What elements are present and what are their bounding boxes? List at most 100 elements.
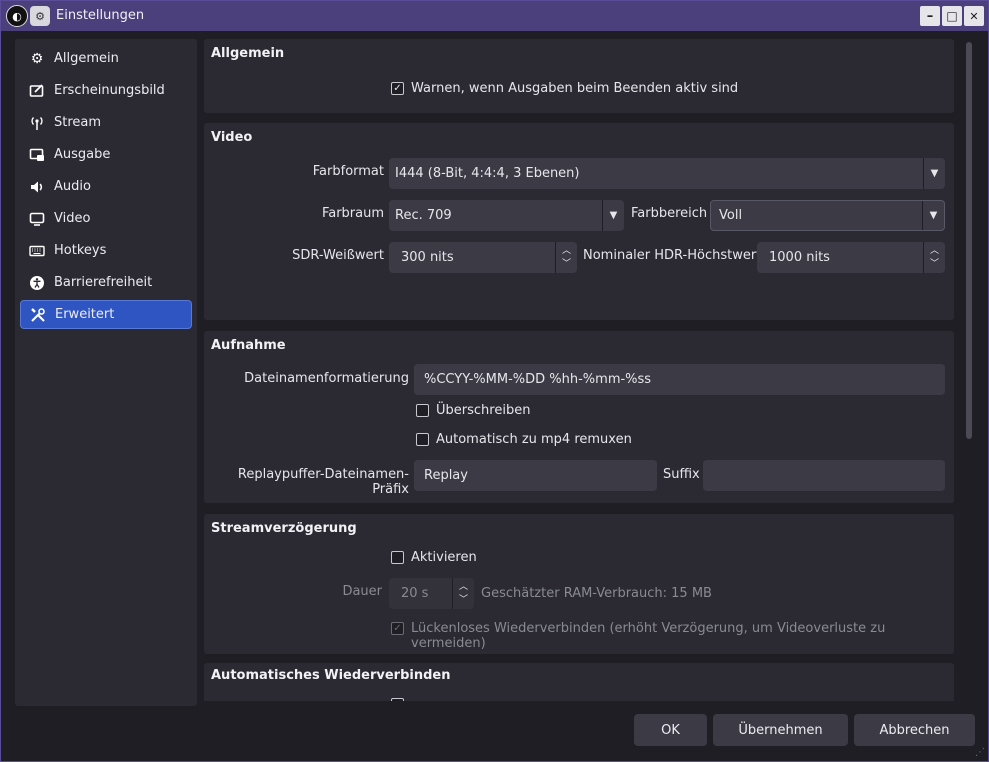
stream-delay-enable-label: Aktivieren <box>411 550 477 565</box>
group-aufnahme: Aufnahme Dateinamenformatierung %CCYY-%M… <box>204 331 954 503</box>
settings-content[interactable]: Allgemein ✓ Warnen, wenn Ausgaben beim B… <box>204 39 956 701</box>
chevron-up-icon[interactable]: ︿ <box>930 245 939 258</box>
chevron-down-icon: ▼ <box>922 201 944 230</box>
resize-grip-icon[interactable]: ⋰ <box>975 747 985 758</box>
sdr-white-value: 300 nits <box>401 250 454 265</box>
sidebar-item-label: Allgemein <box>54 51 119 66</box>
sidebar-item-label: Video <box>54 211 91 226</box>
duration-value: 20 s <box>401 586 429 601</box>
sidebar-item-erscheinungsbild[interactable]: Erscheinungsbild <box>20 76 192 105</box>
overwrite-label: Überschreiben <box>436 403 531 418</box>
settings-window: ◐ ⚙ Einstellungen – □ ✕ ⚙ Allgemein Ersc… <box>0 0 989 762</box>
sidebar-item-barrierefreiheit[interactable]: Barrierefreiheit <box>20 268 192 297</box>
chevron-down-icon[interactable]: ﹀ <box>459 594 468 607</box>
settings-sidebar: ⚙ Allgemein Erscheinungsbild Stream Ausg… <box>15 39 197 706</box>
appearance-icon <box>28 82 46 100</box>
chevron-up-icon[interactable]: ︿ <box>562 245 571 258</box>
close-button[interactable]: ✕ <box>964 6 984 26</box>
accessibility-icon <box>28 274 46 292</box>
ok-button[interactable]: OK <box>634 714 707 746</box>
preserve-reconnect-checkbox[interactable]: ✓ <box>391 622 404 635</box>
minimize-button[interactable]: – <box>920 6 940 26</box>
sidebar-item-hotkeys[interactable]: Hotkeys <box>20 236 192 265</box>
hdr-peak-value: 1000 nits <box>769 250 830 265</box>
auto-reconnect-checkbox[interactable] <box>391 698 404 701</box>
sidebar-item-label: Erscheinungsbild <box>54 83 165 98</box>
spin-arrows-icon[interactable]: ︿ ﹀ <box>452 578 474 609</box>
sidebar-item-label: Stream <box>54 115 102 130</box>
tools-icon <box>29 306 47 324</box>
title-bar[interactable]: ◐ ⚙ Einstellungen – □ ✕ <box>1 1 988 31</box>
duration-label: Dauer <box>342 584 382 599</box>
group-automatisches-wiederverbinden: Automatisches Wiederverbinden <box>204 663 954 701</box>
suffix-label: Suffix <box>663 467 700 482</box>
group-title: Allgemein <box>211 46 285 61</box>
chevron-down-icon[interactable]: ﹀ <box>562 258 571 271</box>
color-range-select[interactable]: Voll ▼ <box>710 200 945 231</box>
color-format-value: I444 (8-Bit, 4:4:4, 3 Ebenen) <box>395 166 580 181</box>
remux-checkbox[interactable] <box>416 433 429 446</box>
filename-format-value: %CCYY-%MM-%DD %hh-%mm-%ss <box>424 372 652 387</box>
app-menu-icon[interactable]: ⚙ <box>30 6 50 26</box>
sidebar-item-allgemein[interactable]: ⚙ Allgemein <box>20 44 192 73</box>
sidebar-item-ausgabe[interactable]: Ausgabe <box>20 140 192 169</box>
scrollbar-thumb[interactable] <box>966 42 972 439</box>
sidebar-item-label: Ausgabe <box>54 147 111 162</box>
gear-icon: ⚙ <box>30 50 44 67</box>
group-title: Aufnahme <box>211 338 286 353</box>
chevron-down-icon[interactable]: ﹀ <box>930 258 939 271</box>
group-title: Video <box>211 130 253 145</box>
suffix-input[interactable] <box>703 460 945 491</box>
sidebar-item-audio[interactable]: Audio <box>20 172 192 201</box>
duration-spinbox[interactable]: 20 s ︿ ﹀ <box>389 578 474 609</box>
window-title: Einstellungen <box>56 8 145 23</box>
output-icon <box>28 146 46 164</box>
apply-button[interactable]: Übernehmen <box>713 714 848 746</box>
replay-prefix-input[interactable]: Replay <box>414 460 657 491</box>
sidebar-item-erweitert[interactable]: Erweitert <box>20 300 192 329</box>
group-streamverzoegerung: Streamverzögerung Aktivieren Dauer 20 s … <box>204 514 954 654</box>
color-space-value: Rec. 709 <box>395 208 452 223</box>
group-allgemein: Allgemein ✓ Warnen, wenn Ausgaben beim B… <box>204 39 954 113</box>
monitor-icon <box>28 210 46 228</box>
warn-on-exit-label: Warnen, wenn Ausgaben beim Beenden aktiv… <box>411 81 739 96</box>
content-scrollbar[interactable] <box>963 39 975 699</box>
group-title: Automatisches Wiederverbinden <box>211 668 451 683</box>
replay-prefix-label: Replaypuffer-Dateinamen-Präfix <box>237 467 409 497</box>
spin-arrows-icon[interactable]: ︿ ﹀ <box>923 242 945 273</box>
spin-arrows-icon[interactable]: ︿ ﹀ <box>555 242 577 273</box>
sidebar-item-label: Audio <box>54 179 91 194</box>
ram-estimate-label: Geschätzter RAM-Verbrauch: 15 MB <box>481 586 712 601</box>
obs-logo-icon: ◐ <box>6 5 28 27</box>
filename-format-input[interactable]: %CCYY-%MM-%DD %hh-%mm-%ss <box>414 364 945 395</box>
hdr-peak-label: Nominaler HDR-Höchstwert <box>583 248 762 263</box>
sdr-white-label: SDR-Weißwert <box>292 248 384 263</box>
chevron-up-icon[interactable]: ︿ <box>459 581 468 594</box>
group-video: Video Farbformat I444 (8-Bit, 4:4:4, 3 E… <box>204 123 954 320</box>
replay-prefix-value: Replay <box>424 468 468 483</box>
color-format-label: Farbformat <box>312 164 384 179</box>
color-format-select[interactable]: I444 (8-Bit, 4:4:4, 3 Ebenen) ▼ <box>389 158 945 189</box>
remux-label: Automatisch zu mp4 remuxen <box>436 432 632 447</box>
cancel-button[interactable]: Abbrechen <box>854 714 975 746</box>
hdr-peak-spinbox[interactable]: 1000 nits ︿ ﹀ <box>757 242 945 273</box>
sidebar-item-label: Erweitert <box>55 307 115 322</box>
sidebar-item-stream[interactable]: Stream <box>20 108 192 137</box>
maximize-button[interactable]: □ <box>942 6 962 26</box>
color-space-label: Farbraum <box>321 206 384 221</box>
color-range-value: Voll <box>719 208 743 223</box>
keyboard-icon <box>28 242 46 260</box>
preserve-reconnect-label: Lückenloses Wiederverbinden (erhöht Verz… <box>411 621 886 651</box>
color-range-label: Farbbereich <box>631 206 708 221</box>
color-space-select[interactable]: Rec. 709 ▼ <box>389 200 624 231</box>
sidebar-item-video[interactable]: Video <box>20 204 192 233</box>
filename-format-label: Dateinamenformatierung <box>244 371 409 386</box>
overwrite-checkbox[interactable] <box>416 404 429 417</box>
sidebar-item-label: Barrierefreiheit <box>54 275 153 290</box>
warn-on-exit-checkbox[interactable]: ✓ <box>391 82 404 95</box>
chevron-down-icon: ▼ <box>602 200 624 231</box>
sdr-white-spinbox[interactable]: 300 nits ︿ ﹀ <box>389 242 577 273</box>
sidebar-item-label: Hotkeys <box>54 243 107 258</box>
chevron-down-icon: ▼ <box>923 158 945 189</box>
stream-delay-enable-checkbox[interactable] <box>391 551 404 564</box>
